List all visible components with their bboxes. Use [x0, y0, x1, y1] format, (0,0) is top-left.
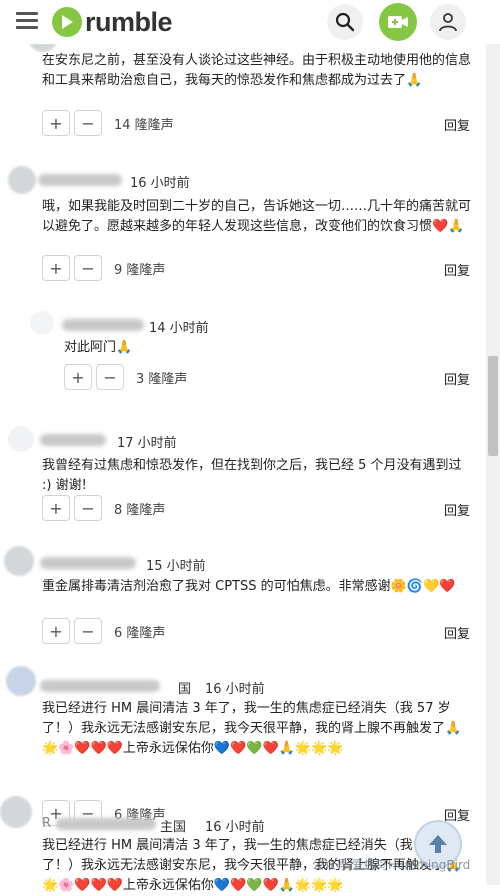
comment-time: 14 小时前 — [149, 321, 209, 336]
comment-text: 我已经进行 HM 晨间清洁 3 年了，我一生的焦虑症已经消失（我 57 岁了！）… — [42, 701, 462, 756]
username[interactable] — [38, 174, 122, 186]
username-tail: 国 — [178, 682, 192, 697]
watermark-text: 公众号·爱蜂鸟HummingBird — [312, 858, 471, 872]
user-account-button[interactable] — [430, 4, 466, 40]
username[interactable] — [56, 818, 156, 830]
comment-time: 15 小时前 — [146, 559, 206, 574]
rumble-logo-text: rumble — [85, 6, 173, 37]
avatar[interactable] — [8, 426, 34, 452]
minus-icon[interactable]: − — [74, 255, 102, 281]
search-button[interactable] — [327, 4, 363, 40]
minus-icon[interactable]: − — [74, 110, 102, 136]
search-icon — [335, 12, 355, 32]
rumble-count: 8 隆隆声 — [114, 502, 166, 518]
plus-icon[interactable]: + — [42, 618, 70, 644]
rumble-count: 3 隆隆声 — [136, 371, 188, 387]
avatar[interactable] — [6, 666, 36, 696]
comment-text: 对此阿门🙏 — [64, 340, 133, 355]
plus-icon[interactable]: + — [42, 255, 70, 281]
rumble-count: 9 隆隆声 — [114, 262, 166, 278]
minus-icon[interactable]: − — [74, 495, 102, 521]
reply-button[interactable]: 回复 — [444, 500, 470, 519]
upload-video-button[interactable] — [379, 3, 417, 41]
comment-text: 重金属排毒清洁剂治愈了我对 CPTSS 的可怕焦虑。非常感谢🌼🌀💛❤️ — [42, 579, 456, 594]
comment-text: 在安东尼之前，甚至没有人谈论过这些神经。由于积极主动地使用他的信息和工具来帮助治… — [42, 53, 472, 88]
scrollbar[interactable] — [486, 44, 500, 885]
rumble-logo[interactable]: rumble — [52, 5, 173, 39]
comment-time: 16 小时前 — [205, 820, 265, 835]
menu-icon[interactable] — [16, 12, 38, 30]
vote-controls: + − 8 隆隆声 — [42, 494, 165, 522]
comment-time: 16 小时前 — [130, 176, 190, 191]
username-prefix: R — [42, 816, 52, 831]
username[interactable] — [62, 319, 144, 331]
vote-controls: + − 3 隆隆声 — [64, 363, 187, 391]
vote-controls: + − 9 隆隆声 — [42, 254, 165, 282]
reply-button[interactable]: 回复 — [444, 369, 470, 388]
reply-button[interactable]: 回复 — [444, 260, 470, 279]
minus-icon[interactable]: − — [74, 618, 102, 644]
plus-icon[interactable]: + — [42, 110, 70, 136]
username-tail: 主国 — [160, 820, 187, 835]
plus-icon[interactable]: + — [64, 364, 92, 390]
plus-icon[interactable]: + — [42, 495, 70, 521]
vote-controls: + − 6 隆隆声 — [42, 617, 165, 645]
upload-video-icon — [388, 16, 408, 28]
avatar[interactable] — [8, 166, 36, 194]
comment-time: 16 小时前 — [205, 682, 265, 697]
avatar[interactable] — [30, 311, 54, 335]
comment-text: 我曾经有过焦虑和惊恐发作，但在找到你之后，我已经 5 个月没有遇到过 :) 谢谢… — [42, 458, 462, 493]
rumble-count: 6 隆隆声 — [114, 625, 166, 641]
avatar[interactable] — [0, 796, 32, 828]
top-header: rumble — [0, 0, 500, 44]
comment-text: 哦，如果我能及时回到二十岁的自己，告诉她这一切……几十年的痛苦就可以避免了。愿越… — [42, 199, 472, 234]
scrollbar-thumb[interactable] — [488, 356, 498, 456]
username[interactable] — [40, 557, 136, 569]
avatar[interactable] — [4, 546, 34, 576]
reply-button[interactable]: 回复 — [444, 115, 470, 134]
rumble-count: 14 隆隆声 — [114, 117, 174, 133]
user-icon — [439, 13, 457, 32]
rumble-logo-mark — [52, 7, 82, 37]
username[interactable] — [40, 434, 106, 446]
username[interactable] — [40, 680, 160, 692]
vote-controls: + − 14 隆隆声 — [42, 109, 174, 137]
comment-time: 17 小时前 — [117, 436, 177, 451]
reply-button[interactable]: 回复 — [444, 623, 470, 642]
minus-icon[interactable]: − — [96, 364, 124, 390]
